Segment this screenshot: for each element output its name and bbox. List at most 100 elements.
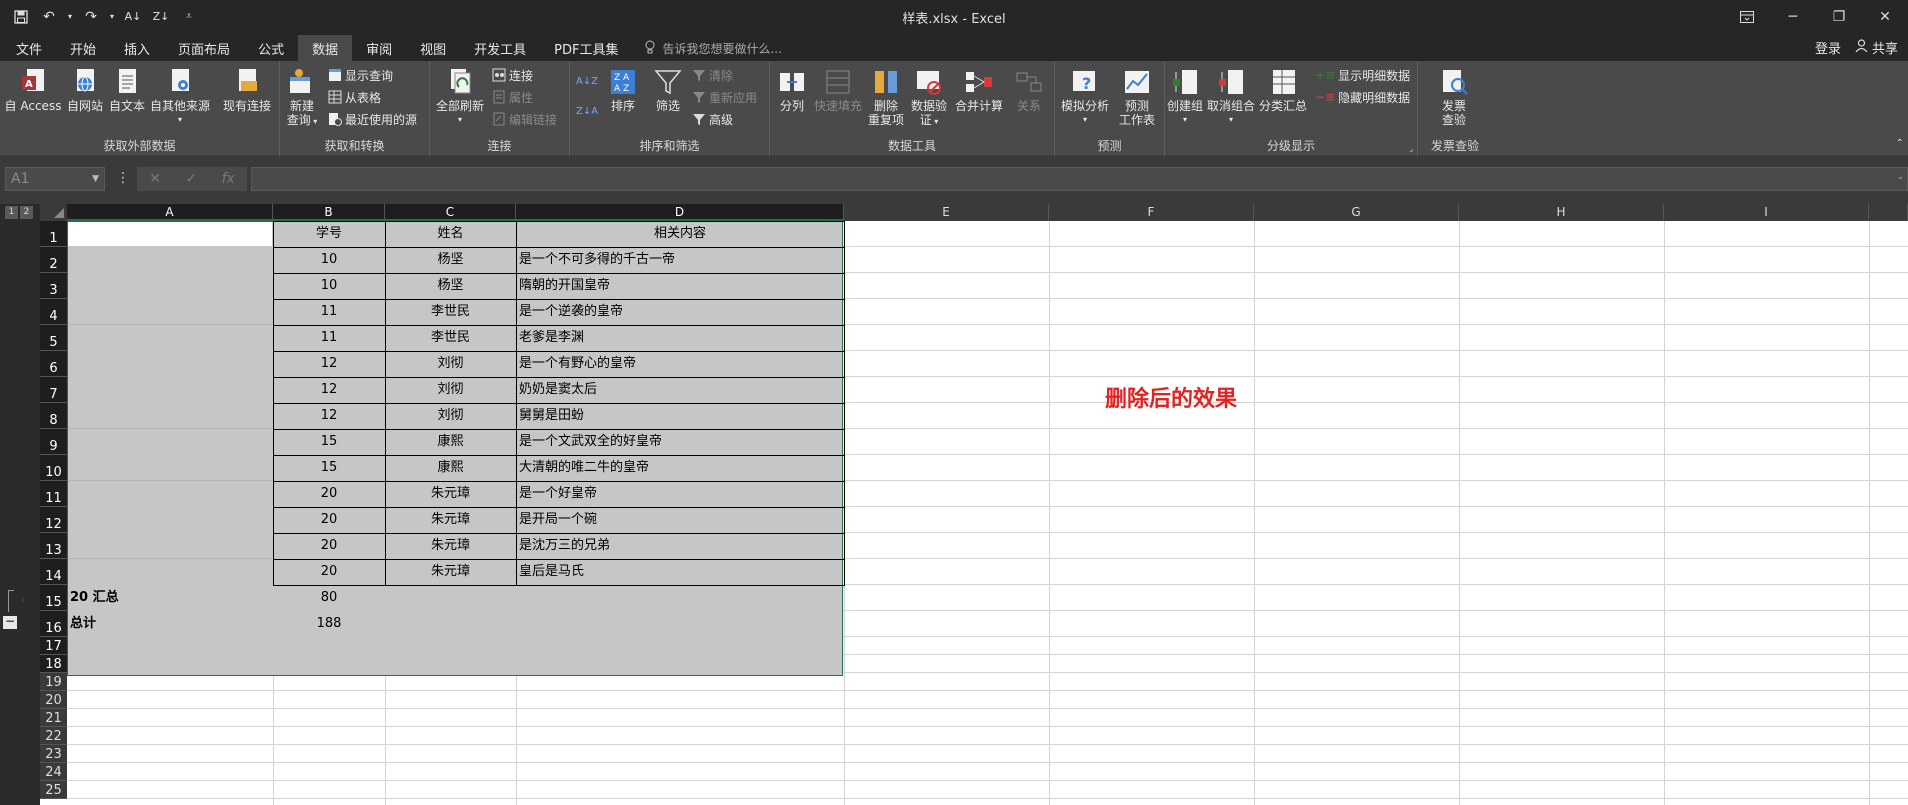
column-header-f[interactable]: F: [1049, 204, 1254, 221]
tab-file[interactable]: 文件: [0, 35, 56, 61]
login-link[interactable]: 登录: [1815, 38, 1841, 57]
table-cell[interactable]: 12: [273, 403, 385, 429]
table-cell[interactable]: 杨坚: [385, 247, 516, 273]
tell-me-box[interactable]: 告诉我您想要做什么...: [632, 35, 782, 61]
tab-formulas[interactable]: 公式: [244, 35, 298, 61]
table-cell[interactable]: 奶奶是窦太后: [516, 377, 844, 403]
edit-links-button[interactable]: 编辑链接: [492, 109, 557, 129]
table-cell[interactable]: 李世民: [385, 325, 516, 351]
flash-fill-button[interactable]: 快速填充: [812, 67, 864, 113]
row-header[interactable]: 15: [40, 585, 67, 611]
table-cell[interactable]: 刘彻: [385, 377, 516, 403]
table-cell[interactable]: 朱元璋: [385, 533, 516, 559]
row-header[interactable]: 1: [40, 221, 67, 247]
table-cell[interactable]: 10: [273, 273, 385, 299]
from-table-button[interactable]: 从表格: [328, 87, 381, 107]
subtotal-button[interactable]: 分类汇总: [1257, 67, 1309, 113]
table-cell[interactable]: 20: [273, 533, 385, 559]
outline-collapse-button[interactable]: −: [3, 615, 17, 629]
column-header-a[interactable]: A: [67, 204, 273, 221]
show-detail-button[interactable]: +≡ 显示明细数据: [1315, 65, 1410, 85]
tab-home[interactable]: 开始: [56, 35, 110, 61]
table-cell[interactable]: 12: [273, 351, 385, 377]
table-cell[interactable]: 杨坚: [385, 273, 516, 299]
row-header[interactable]: 5: [40, 325, 67, 351]
table-cell[interactable]: 是一个好皇帝: [516, 481, 844, 507]
row-header[interactable]: 20: [40, 691, 67, 709]
tab-page-layout[interactable]: 页面布局: [164, 35, 244, 61]
table-cell[interactable]: 皇后是马氏: [516, 559, 844, 585]
dialog-launcher-icon[interactable]: ⌟: [1409, 144, 1413, 153]
tab-insert[interactable]: 插入: [110, 35, 164, 61]
remove-duplicates-button[interactable]: 删除 重复项: [866, 67, 906, 127]
row-header[interactable]: 21: [40, 709, 67, 727]
worksheet[interactable]: 1 2 · − A B C D E F G H I 1 2 3 4 5 6 7 8 9 10 11 1…: [0, 204, 1908, 805]
hide-detail-button[interactable]: −≡ 隐藏明细数据: [1315, 87, 1410, 107]
name-box[interactable]: A1 ▼: [5, 167, 105, 191]
undo-icon[interactable]: ↶: [38, 6, 60, 28]
active-cell-a1[interactable]: [68, 222, 272, 246]
table-cell[interactable]: 是一个逆袭的皇帝: [516, 299, 844, 325]
refresh-all-button[interactable]: 全部刷新 ▾: [434, 67, 486, 127]
reapply-button[interactable]: 重新应用: [692, 87, 757, 107]
column-header-overflow[interactable]: [1869, 204, 1908, 221]
cancel-formula-icon[interactable]: ✕: [149, 171, 161, 187]
row-header[interactable]: 4: [40, 299, 67, 325]
minimize-icon[interactable]: ─: [1770, 0, 1816, 33]
row-header[interactable]: 22: [40, 727, 67, 745]
group-button[interactable]: 创建组 ▾: [1165, 67, 1205, 127]
row-header[interactable]: 17: [40, 637, 67, 655]
table-cell[interactable]: 大清朝的唯二牛的皇帝: [516, 455, 844, 481]
sort-descending-icon[interactable]: Z↓: [150, 6, 172, 28]
table-cell[interactable]: 朱元璋: [385, 507, 516, 533]
table-cell[interactable]: 老爹是李渊: [516, 325, 844, 351]
table-cell[interactable]: 是一个文武双全的好皇帝: [516, 429, 844, 455]
row-header[interactable]: 16: [40, 611, 67, 637]
from-access-button[interactable]: A 自 Access: [4, 67, 62, 113]
column-header-b[interactable]: B: [273, 204, 385, 221]
row-header[interactable]: 23: [40, 745, 67, 763]
row-header[interactable]: 19: [40, 673, 67, 691]
connections-button[interactable]: 连接: [492, 65, 533, 85]
tab-view[interactable]: 视图: [406, 35, 460, 61]
recent-sources-button[interactable]: 最近使用的源: [328, 109, 417, 129]
row-header[interactable]: 25: [40, 781, 67, 799]
column-header-i[interactable]: I: [1664, 204, 1869, 221]
table-cell[interactable]: 是开局一个碗: [516, 507, 844, 533]
subtotal-label[interactable]: 20 汇总: [67, 585, 273, 611]
what-if-analysis-button[interactable]: ? 模拟分析 ▾: [1059, 67, 1111, 127]
table-header[interactable]: 学号: [273, 221, 385, 247]
sort-ascending-icon[interactable]: A↓: [122, 6, 144, 28]
data-validation-button[interactable]: 数据验 证 ▾: [908, 67, 950, 129]
subtotal-value[interactable]: 80: [273, 585, 385, 611]
table-cell[interactable]: 刘彻: [385, 403, 516, 429]
total-value[interactable]: 188: [273, 611, 385, 637]
expand-formula-bar-icon[interactable]: ⌄: [1896, 172, 1904, 182]
collapse-ribbon-icon[interactable]: ⌃: [1896, 138, 1904, 149]
redo-dropdown-icon[interactable]: ▾: [108, 6, 116, 28]
table-header[interactable]: 姓名: [385, 221, 516, 247]
tab-review[interactable]: 审阅: [352, 35, 406, 61]
column-header-e[interactable]: E: [844, 204, 1049, 221]
table-cell[interactable]: 10: [273, 247, 385, 273]
tab-pdf-tools[interactable]: PDF工具集: [540, 35, 632, 61]
formula-bar-menu-icon[interactable]: ⋮: [116, 170, 130, 186]
properties-button[interactable]: 属性: [492, 87, 533, 107]
row-header[interactable]: 18: [40, 655, 67, 673]
filter-button[interactable]: 筛选: [650, 67, 686, 113]
text-to-columns-button[interactable]: 分列: [774, 67, 810, 113]
insert-function-icon[interactable]: fx: [222, 171, 235, 187]
table-cell[interactable]: 是一个不可多得的千古一帝: [516, 247, 844, 273]
name-box-dropdown-icon[interactable]: ▼: [92, 168, 99, 190]
formula-input[interactable]: [251, 167, 1908, 191]
show-queries-button[interactable]: 显示查询: [328, 65, 393, 85]
column-header-g[interactable]: G: [1254, 204, 1459, 221]
table-cell[interactable]: 15: [273, 429, 385, 455]
clear-filter-button[interactable]: 清除: [692, 65, 733, 85]
invoice-check-button[interactable]: 发票 查验: [1432, 67, 1476, 127]
consolidate-button[interactable]: 合并计算: [952, 67, 1006, 113]
total-label[interactable]: 总计: [67, 611, 273, 637]
sort-descending-button[interactable]: Z↓A: [576, 101, 598, 121]
table-cell[interactable]: 刘彻: [385, 351, 516, 377]
from-text-button[interactable]: 自文本: [106, 67, 148, 113]
